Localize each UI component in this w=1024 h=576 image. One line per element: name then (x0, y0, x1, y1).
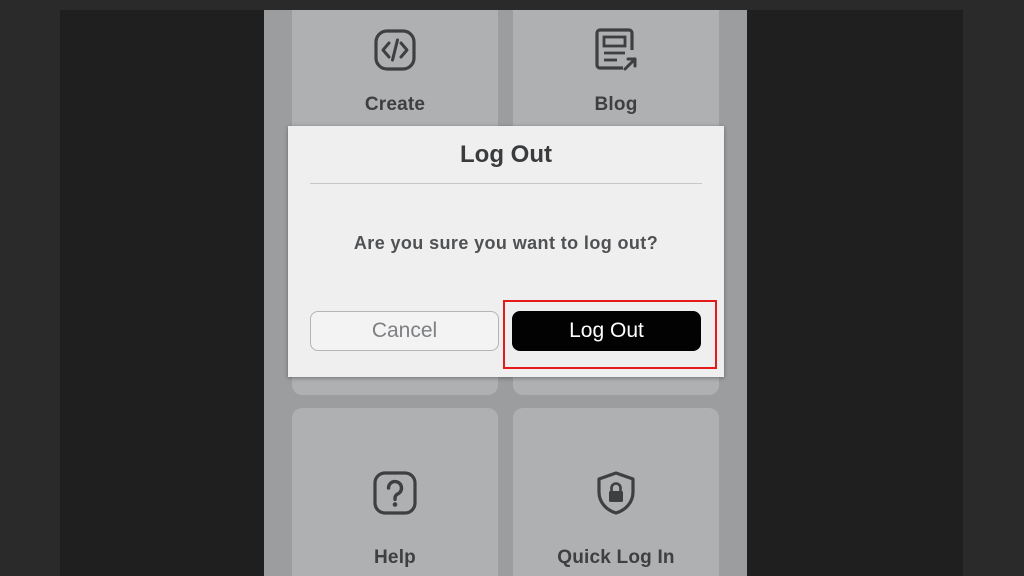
dialog-message: Are you sure you want to log out? (353, 233, 659, 253)
tile-create[interactable]: Create (292, 10, 498, 140)
shield-lock-icon (595, 470, 637, 521)
confirm-logout-button[interactable]: Log Out (512, 311, 701, 351)
tile-create-label: Create (364, 94, 426, 115)
tile-help-label: Help (374, 547, 416, 568)
logout-dialog: Log Out Are you sure you want to log out… (288, 126, 724, 377)
dialog-divider (310, 183, 702, 184)
tile-blog[interactable]: Blog (513, 10, 719, 140)
news-icon (593, 26, 639, 79)
question-icon (372, 470, 418, 521)
code-icon (373, 28, 417, 77)
tile-blog-label: Blog (594, 94, 638, 115)
cancel-button[interactable]: Cancel (310, 311, 499, 351)
tile-quick-login-label: Quick Log In (557, 547, 675, 568)
dialog-title: Log Out (460, 141, 552, 168)
tile-help[interactable]: Help (292, 408, 498, 576)
tile-quick-login[interactable]: Quick Log In (513, 408, 719, 576)
